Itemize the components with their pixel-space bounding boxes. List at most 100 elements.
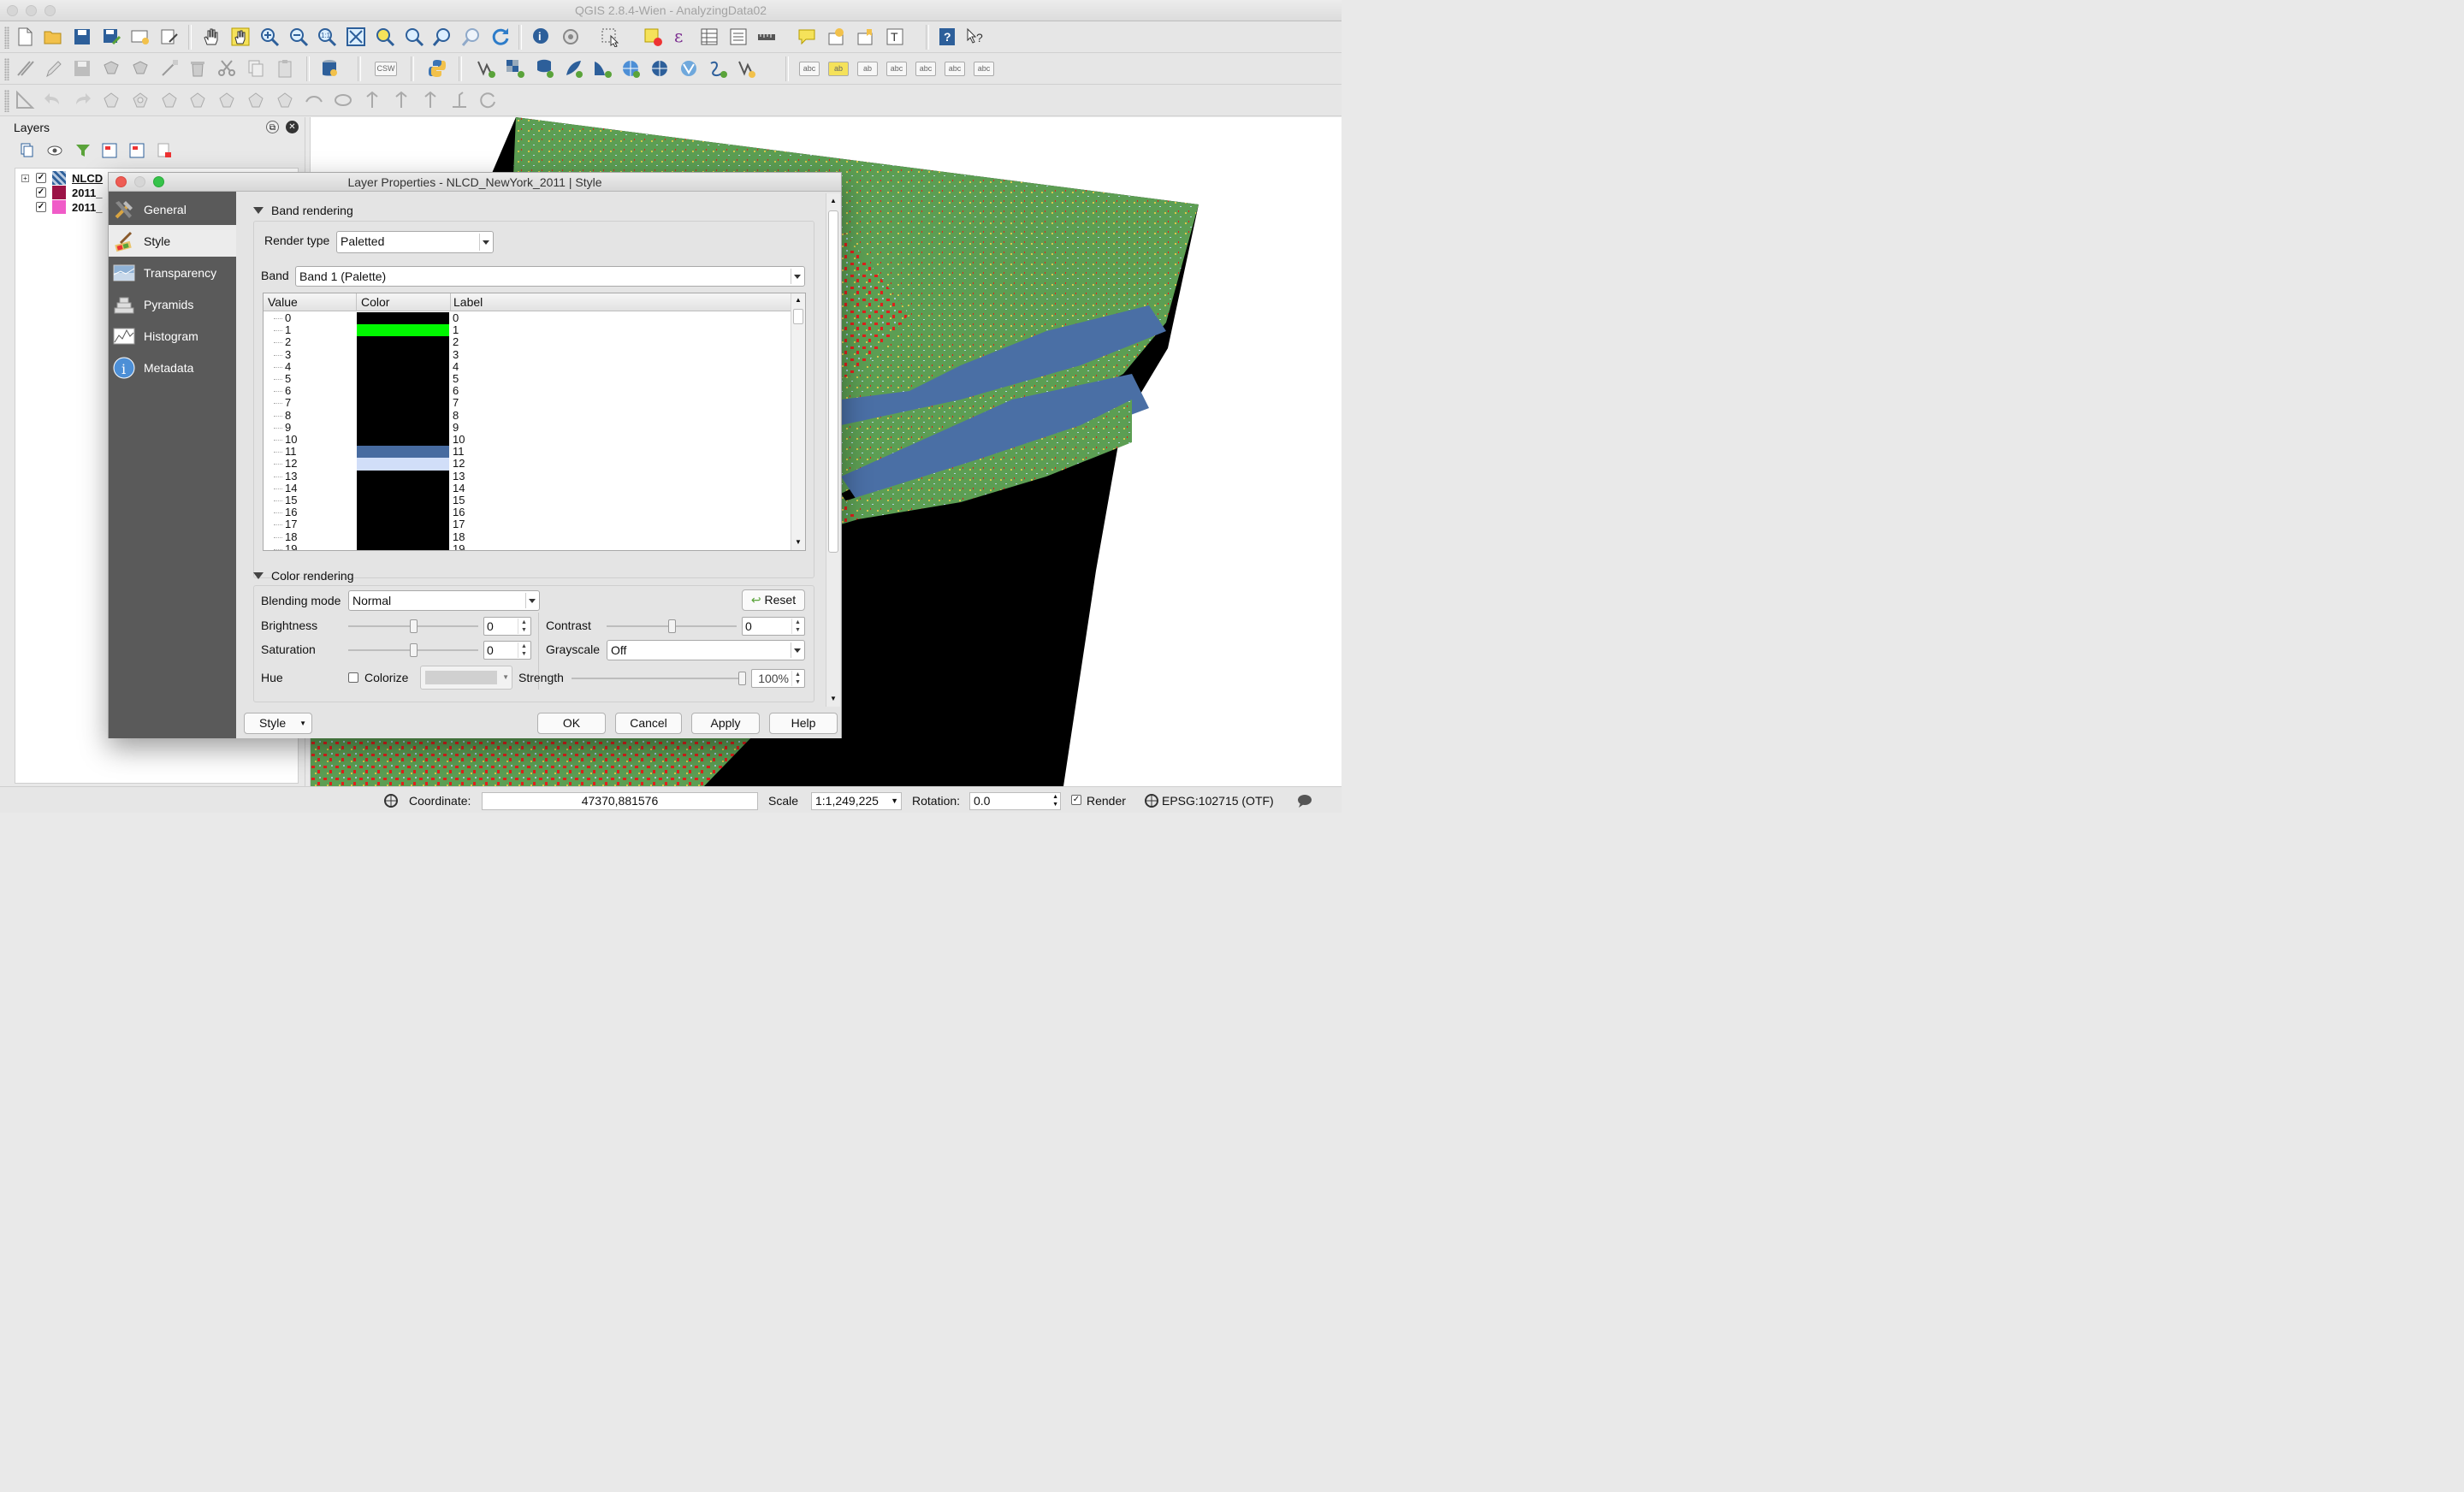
zoom-next-icon[interactable] <box>461 26 483 48</box>
refresh-icon[interactable] <box>489 26 512 48</box>
label-cell[interactable]: 6 <box>453 384 459 397</box>
close-panel-icon[interactable]: ✕ <box>286 121 299 133</box>
table-row[interactable]: 18 18 <box>264 530 791 543</box>
reshape-features-icon[interactable] <box>274 89 296 111</box>
rotation-field[interactable]: 0.0 ▲ ▼ <box>969 792 1061 810</box>
statistical-summary-icon[interactable] <box>727 26 749 48</box>
label-cell[interactable]: 12 <box>453 457 465 470</box>
merge-features-icon[interactable] <box>390 89 412 111</box>
table-row[interactable]: 16 16 <box>264 506 791 519</box>
scroll-thumb[interactable] <box>793 309 803 324</box>
scroll-thumb[interactable] <box>828 210 838 553</box>
change-label-icon[interactable]: abc <box>974 62 994 76</box>
column-header-label[interactable]: Label <box>453 295 483 309</box>
sidebar-item-histogram[interactable]: Histogram <box>109 320 236 352</box>
cancel-button[interactable]: Cancel <box>615 713 682 734</box>
column-header-value[interactable]: Value <box>268 295 298 309</box>
toggle-editing-icon[interactable] <box>42 57 64 80</box>
float-panel-icon[interactable]: ⧉ <box>266 121 279 133</box>
field-calculator-icon[interactable]: ε <box>670 26 692 48</box>
table-row[interactable]: 10 10 <box>264 433 791 447</box>
label-cell[interactable]: 16 <box>453 506 465 518</box>
colorize-color-button[interactable]: ▼ <box>420 666 512 690</box>
render-type-combo[interactable]: Paletted <box>336 231 494 253</box>
map-tips-icon[interactable] <box>796 26 818 48</box>
color-cell[interactable] <box>357 348 449 361</box>
palette-table-scrollbar[interactable]: ▲ ▼ <box>791 293 805 550</box>
color-cell[interactable] <box>357 518 449 531</box>
table-row[interactable]: 17 17 <box>264 518 791 531</box>
merge-attributes-icon[interactable] <box>419 89 441 111</box>
label-cell[interactable]: 13 <box>453 470 465 483</box>
messages-icon[interactable] <box>1296 792 1313 812</box>
table-row[interactable]: 11 <box>264 323 791 337</box>
add-part-icon[interactable] <box>158 89 181 111</box>
redo-icon[interactable] <box>71 89 93 111</box>
split-features-icon[interactable] <box>332 89 354 111</box>
save-as-icon[interactable] <box>100 26 122 48</box>
sidebar-item-pyramids[interactable]: Pyramids <box>109 288 236 320</box>
table-row[interactable]: 22 <box>264 335 791 349</box>
new-print-composer-icon[interactable] <box>129 26 151 48</box>
split-parts-icon[interactable] <box>361 89 383 111</box>
attribute-table-icon[interactable] <box>698 26 720 48</box>
show-hide-labels-icon[interactable]: abc <box>886 62 907 76</box>
identify-features-icon[interactable]: i <box>530 26 553 48</box>
color-cell[interactable] <box>357 530 449 543</box>
deselect-features-icon[interactable] <box>642 26 664 48</box>
table-row[interactable]: 19 19 <box>264 542 791 550</box>
delete-ring-icon[interactable] <box>216 89 238 111</box>
strength-slider[interactable] <box>572 671 746 686</box>
save-project-icon[interactable] <box>71 26 93 48</box>
python-console-icon[interactable] <box>426 57 448 80</box>
fill-ring-icon[interactable] <box>187 89 209 111</box>
toolbar-grip[interactable] <box>4 27 9 49</box>
zoom-in-icon[interactable] <box>258 26 281 48</box>
table-row[interactable]: 44 <box>264 360 791 373</box>
expand-icon[interactable]: + <box>21 174 29 182</box>
zoom-to-selection-icon[interactable] <box>374 26 396 48</box>
move-label-icon[interactable]: abc <box>915 62 936 76</box>
layer-labeling-icon[interactable]: abc <box>799 62 820 76</box>
scroll-up-icon[interactable]: ▲ <box>795 296 802 304</box>
paste-features-icon[interactable] <box>274 57 296 80</box>
undo-icon[interactable] <box>42 89 64 111</box>
label-cell[interactable]: 3 <box>453 348 459 361</box>
scroll-down-icon[interactable]: ▼ <box>830 695 837 702</box>
delete-selected-icon[interactable] <box>187 57 209 80</box>
rotate-feature-icon[interactable] <box>477 89 499 111</box>
zoom-to-layer-icon[interactable] <box>403 26 425 48</box>
zoom-full-icon[interactable] <box>345 26 367 48</box>
label-cell[interactable]: 4 <box>453 360 459 373</box>
sidebar-item-style[interactable]: Style <box>109 225 236 257</box>
table-row[interactable]: 13 13 <box>264 470 791 483</box>
layer-item-2011-b[interactable]: ✓ 2011_ <box>36 199 102 215</box>
zoom-out-icon[interactable] <box>287 26 310 48</box>
db-manager-icon[interactable] <box>318 57 341 80</box>
add-spatialite-layer-icon[interactable] <box>562 57 584 80</box>
add-vector-layer-icon[interactable] <box>475 57 497 80</box>
render-checkbox[interactable]: ✓ <box>1071 795 1081 805</box>
save-layer-edits-icon[interactable] <box>71 57 93 80</box>
color-cell[interactable] <box>357 542 449 550</box>
label-cell[interactable]: 15 <box>453 494 465 506</box>
rotate-point-symbols-icon[interactable] <box>448 89 471 111</box>
color-cell[interactable] <box>357 434 449 447</box>
zoom-last-icon[interactable] <box>432 26 454 48</box>
add-raster-layer-icon[interactable] <box>504 57 526 80</box>
saturation-spinbox[interactable]: 0 ▲ ▼ <box>483 641 531 660</box>
layer-item-nlcd[interactable]: + ✓ NLCD <box>15 170 103 186</box>
band-combo[interactable]: Band 1 (Palette) <box>295 266 805 287</box>
new-shapefile-layer-icon[interactable] <box>736 57 758 80</box>
layer-checkbox[interactable]: ✓ <box>36 173 46 183</box>
move-feature-icon[interactable] <box>129 57 151 80</box>
color-cell[interactable] <box>357 446 449 459</box>
pin-labels-icon[interactable]: ab <box>857 62 878 76</box>
layer-checkbox[interactable]: ✓ <box>36 187 46 198</box>
add-postgis-layer-icon[interactable] <box>533 57 555 80</box>
table-row[interactable]: 33 <box>264 348 791 361</box>
collapse-all-icon[interactable] <box>129 143 145 161</box>
table-row[interactable]: 77 <box>264 396 791 410</box>
new-project-icon[interactable] <box>14 26 36 48</box>
offset-curve-icon[interactable] <box>303 89 325 111</box>
